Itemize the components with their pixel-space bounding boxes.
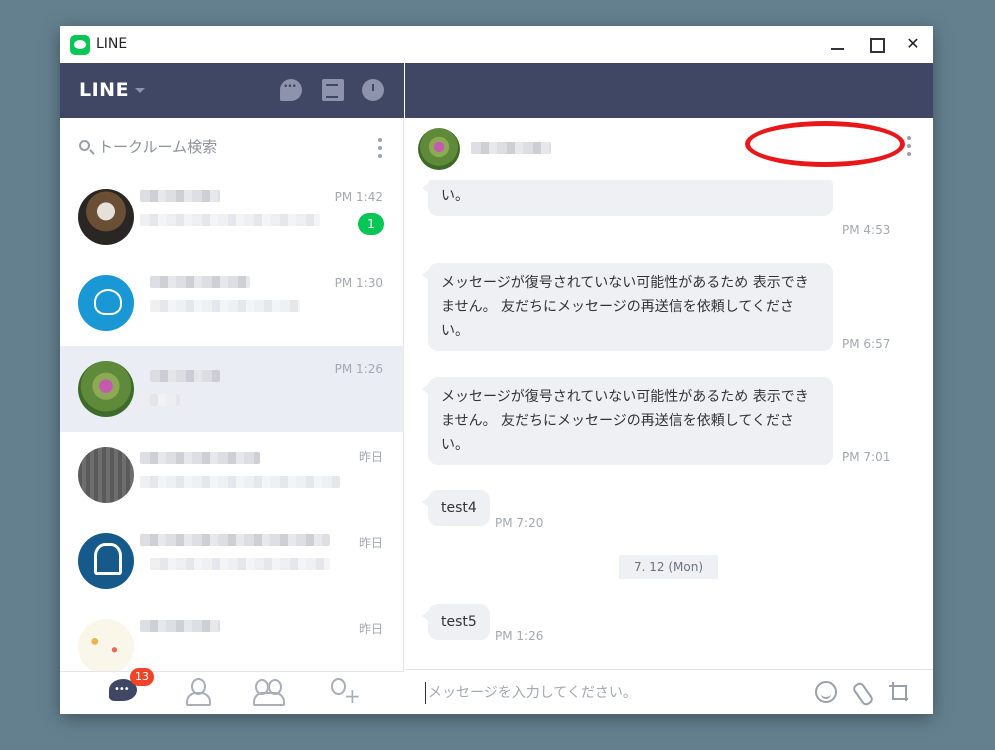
avatar bbox=[78, 533, 134, 589]
redacted-preview bbox=[140, 394, 180, 406]
contact-avatar[interactable] bbox=[418, 128, 460, 170]
chat-time: 昨日 bbox=[358, 450, 383, 464]
message-bubble: test4 bbox=[422, 490, 490, 526]
redacted-preview bbox=[150, 558, 330, 570]
minimize-button[interactable] bbox=[825, 32, 851, 56]
annotation-ellipse bbox=[745, 121, 905, 167]
redacted-name bbox=[140, 452, 260, 464]
message-text: test5 bbox=[441, 614, 477, 630]
line-window: LINE ✕ LINE PM 1:42 1 bbox=[60, 26, 933, 714]
message-time: PM 1:26 bbox=[495, 629, 544, 643]
message-text: メッセージが復号されていない可能性があるため 表示できません。 友だちにメッセー… bbox=[441, 275, 809, 339]
avatar bbox=[78, 275, 134, 331]
chat-time: PM 1:42 bbox=[334, 190, 383, 204]
redacted-name bbox=[140, 620, 220, 632]
message-bubble: メッセージが復号されていない可能性があるため 表示できません。 友だちにメッセー… bbox=[422, 377, 833, 465]
screenshot-icon[interactable] bbox=[888, 681, 910, 703]
redacted-name bbox=[140, 534, 330, 546]
avatar bbox=[78, 619, 134, 671]
chat-list-item[interactable]: 昨日 bbox=[60, 432, 404, 518]
message-bubble: い。 bbox=[422, 180, 833, 216]
conversation-header-bar bbox=[405, 63, 933, 118]
chats-badge: 13 bbox=[130, 668, 154, 686]
search-icon bbox=[79, 140, 90, 151]
message-time: PM 4:53 bbox=[842, 223, 891, 237]
more-options-icon[interactable] bbox=[907, 136, 911, 158]
conversation-pane: い。 PM 4:53 メッセージが復号されていない可能性があるため 表示できませ… bbox=[405, 63, 933, 714]
chevron-down-icon[interactable] bbox=[135, 88, 145, 93]
chat-time: PM 1:26 bbox=[334, 362, 383, 376]
conversation-title-row bbox=[405, 118, 933, 180]
chat-list-item-active[interactable]: PM 1:26 bbox=[60, 346, 404, 432]
brand-menu[interactable]: LINE bbox=[79, 79, 129, 101]
chat-list-item[interactable]: PM 1:42 1 bbox=[60, 174, 404, 260]
message-bubble: test5 bbox=[422, 604, 490, 640]
redacted-name bbox=[150, 370, 220, 382]
date-separator: 7. 12 (Mon) bbox=[619, 555, 718, 579]
line-logo-icon bbox=[70, 35, 90, 55]
avatar bbox=[78, 189, 134, 245]
search-bar bbox=[60, 118, 404, 174]
message-composer bbox=[405, 669, 933, 714]
title-bar: LINE ✕ bbox=[60, 26, 933, 63]
note-icon[interactable] bbox=[322, 79, 344, 101]
chat-bubble-icon[interactable] bbox=[280, 79, 302, 101]
redacted-contact-name bbox=[471, 142, 551, 154]
sidebar-header: LINE bbox=[60, 63, 404, 118]
message-time: PM 7:20 bbox=[495, 516, 544, 530]
friends-tab-icon[interactable] bbox=[183, 676, 213, 706]
chat-list: PM 1:42 1 PM 1:30 PM 1:26 昨日 昨日 昨日 bbox=[60, 174, 404, 671]
redacted-preview bbox=[150, 300, 300, 312]
chat-time: PM 1:30 bbox=[334, 276, 383, 290]
attachment-icon[interactable] bbox=[851, 681, 873, 703]
message-text: い。 bbox=[441, 188, 469, 204]
groups-tab-icon[interactable] bbox=[253, 676, 285, 706]
message-input[interactable] bbox=[425, 682, 785, 704]
unread-badge: 1 bbox=[358, 213, 384, 235]
maximize-button[interactable] bbox=[863, 32, 889, 56]
sidebar-footer: 13 bbox=[60, 668, 404, 714]
chat-list-item[interactable]: 昨日 bbox=[60, 604, 404, 671]
avatar bbox=[78, 361, 134, 417]
chat-list-item[interactable]: PM 1:30 bbox=[60, 260, 404, 346]
message-text: test4 bbox=[441, 500, 477, 516]
redacted-name bbox=[150, 276, 250, 288]
redacted-preview bbox=[140, 214, 320, 226]
avatar bbox=[78, 447, 134, 503]
search-input[interactable] bbox=[98, 135, 338, 159]
message-text: メッセージが復号されていない可能性があるため 表示できません。 友だちにメッセー… bbox=[441, 389, 809, 453]
chat-time: 昨日 bbox=[358, 622, 383, 636]
chat-list-item[interactable]: 昨日 bbox=[60, 518, 404, 604]
chat-time: 昨日 bbox=[358, 536, 383, 550]
message-list: い。 PM 4:53 メッセージが復号されていない可能性があるため 表示できませ… bbox=[405, 180, 933, 669]
emoji-icon[interactable] bbox=[815, 681, 837, 703]
clock-icon[interactable] bbox=[362, 79, 384, 101]
sidebar: LINE PM 1:42 1 PM 1:30 bbox=[60, 63, 404, 714]
window-title: LINE bbox=[96, 36, 128, 52]
close-button[interactable]: ✕ bbox=[900, 32, 926, 56]
message-time: PM 7:01 bbox=[842, 450, 891, 464]
message-bubble: メッセージが復号されていない可能性があるため 表示できません。 友だちにメッセー… bbox=[422, 263, 833, 351]
more-options-icon[interactable] bbox=[378, 138, 382, 160]
message-time: PM 6:57 bbox=[842, 337, 891, 351]
redacted-preview bbox=[140, 476, 340, 488]
redacted-name bbox=[140, 190, 220, 202]
add-friend-icon[interactable] bbox=[326, 676, 361, 706]
